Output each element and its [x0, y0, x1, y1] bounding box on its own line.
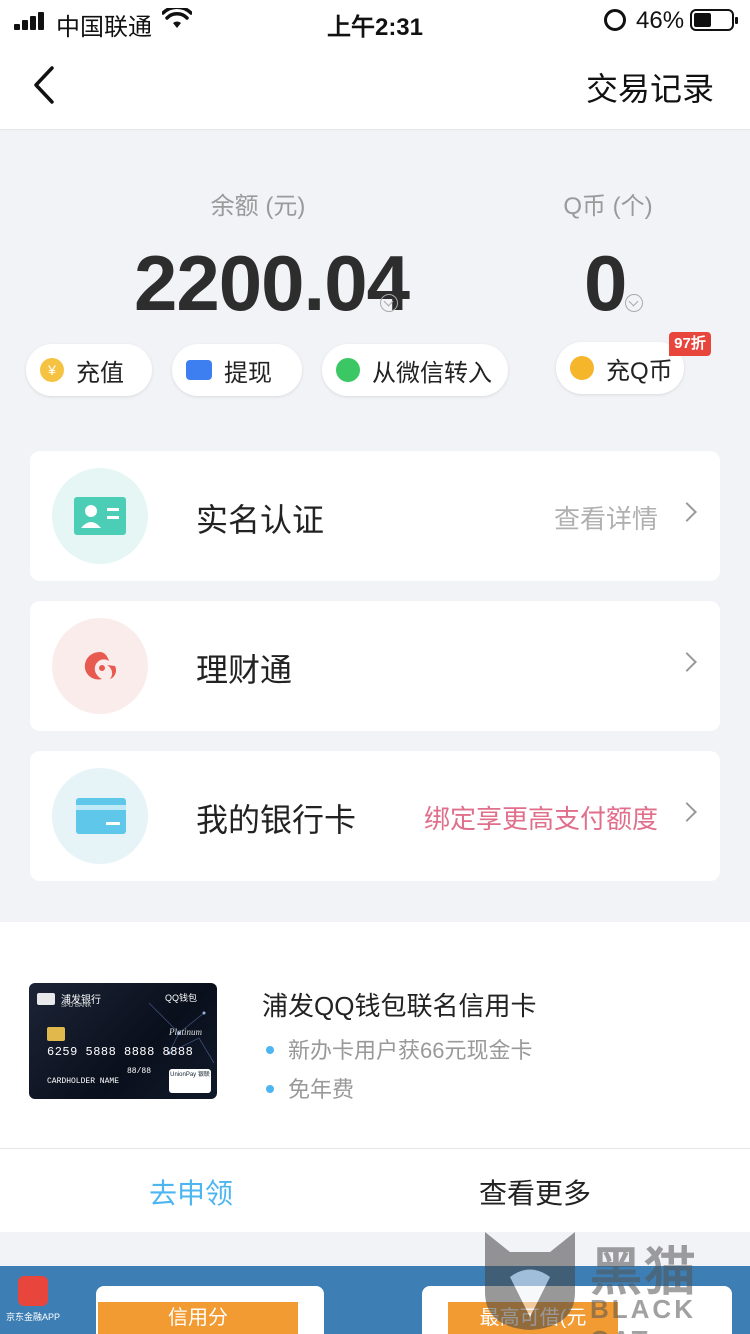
card-title: 理财通 [196, 652, 293, 688]
credit-card-promo: 浦发银行 SPD BANK QQ钱包 Platinum 6259 5888 88… [0, 922, 750, 1232]
licaitong-card[interactable]: 理财通 [30, 601, 720, 731]
chevron-right-icon [677, 802, 697, 822]
qcoin-value[interactable]: 0 [584, 238, 627, 329]
battery-percent: 46% [636, 7, 685, 34]
balance-label: 余额 (元) [210, 193, 306, 220]
id-card-icon [52, 468, 148, 564]
recharge-button[interactable]: ¥ 充值 [26, 344, 152, 396]
view-more-button[interactable]: 查看更多 [360, 1172, 710, 1212]
card-tier: Platinum [169, 1027, 202, 1037]
divider [0, 1148, 750, 1149]
discount-badge: 97折 [669, 332, 711, 356]
chevron-right-icon [677, 502, 697, 522]
unionpay-logo: UnionPay 银联 [169, 1069, 211, 1093]
withdraw-label: 提现 [224, 359, 272, 387]
my-bank-cards-card[interactable]: 我的银行卡 绑定享更高支付额度 [30, 751, 720, 881]
transaction-records-link[interactable]: 交易记录 [586, 64, 714, 110]
chevron-right-icon [677, 652, 697, 672]
status-bar: 中国联通 上午2:31 46% [0, 0, 750, 42]
card-bank-name-en: SPD BANK [61, 1003, 92, 1009]
banner-app-name: 京东金融APP [6, 1312, 61, 1322]
card-hint: 查看详情 [553, 504, 658, 534]
card-cardholder: CARDHOLDER NAME [47, 1077, 120, 1086]
withdraw-button[interactable]: 提现 [172, 344, 302, 396]
wechat-icon [336, 358, 360, 382]
card-hint: 绑定享更高支付额度 [423, 804, 658, 834]
qcoin-icon [570, 356, 594, 380]
recharge-label: 充值 [76, 359, 124, 387]
qcoin-label: Q币 (个) [563, 193, 653, 220]
orientation-lock-icon [604, 9, 626, 31]
chevron-left-icon[interactable] [28, 62, 68, 108]
bank-card-icon [52, 768, 148, 864]
card-title: 实名认证 [196, 502, 325, 538]
apply-button[interactable]: 去申领 [0, 1172, 382, 1212]
black-cat-watermark: 黑猫 BLACK CAT [480, 1222, 750, 1334]
credit-card-image: 浦发银行 SPD BANK QQ钱包 Platinum 6259 5888 88… [29, 983, 217, 1099]
wechat-transfer-button[interactable]: 从微信转入 [322, 344, 508, 396]
balance-dropdown-icon[interactable] [380, 294, 398, 312]
licaitong-icon [52, 618, 148, 714]
card-title: 我的银行卡 [196, 802, 357, 838]
recharge-qcoin-label: 充Q币 [606, 357, 673, 385]
wallet-icon [186, 360, 212, 380]
promo-bullet: 免年费 [266, 1072, 354, 1104]
recharge-qcoin-button[interactable]: 充Q币 [556, 342, 684, 394]
balance-value[interactable]: 2200.04 [134, 238, 410, 329]
nav-bar: 交易记录 [0, 42, 750, 130]
card-number: 6259 5888 8888 8888 [47, 1045, 194, 1059]
qcoin-dropdown-icon[interactable] [625, 294, 643, 312]
card-expiry: 88/88 [127, 1067, 152, 1076]
cat-logo-icon [485, 1232, 575, 1330]
wechat-transfer-label: 从微信转入 [372, 359, 492, 387]
yuan-coin-icon: ¥ [40, 358, 64, 382]
promo-title: 浦发QQ钱包联名信用卡 [262, 991, 537, 1021]
credit-score-button[interactable]: 信用分 [98, 1302, 298, 1334]
battery-icon [690, 9, 738, 31]
watermark-en: BLACK CAT [590, 1294, 696, 1334]
promo-bullet: 新办卡用户获66元现金卡 [266, 1033, 532, 1065]
real-name-verification-card[interactable]: 实名认证 查看详情 [30, 451, 720, 581]
jd-finance-logo-icon [18, 1276, 48, 1306]
card-brand: QQ钱包 [165, 993, 198, 1003]
